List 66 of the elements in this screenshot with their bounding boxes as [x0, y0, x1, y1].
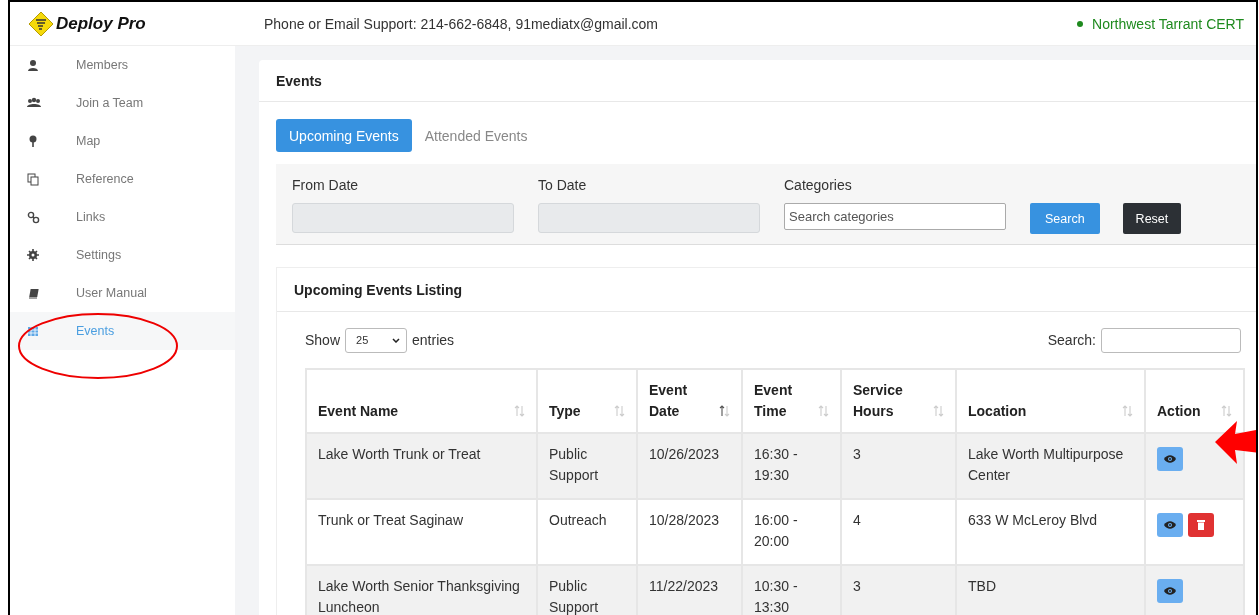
sidebar-label[interactable]: Settings	[76, 248, 122, 262]
table-cell: Lake Worth Trunk or Treat	[306, 433, 537, 499]
app-logo: Deploy Pro	[56, 13, 146, 34]
sidebar-item[interactable]: Join a Team	[10, 84, 235, 122]
eye-icon	[1163, 586, 1177, 596]
show-label: Show	[305, 332, 341, 348]
view-button[interactable]	[1157, 579, 1183, 603]
field-label: From Date	[292, 177, 360, 195]
column-header[interactable]: Action	[1157, 401, 1201, 422]
sidebar-item[interactable]: Map	[10, 122, 235, 160]
link-icon	[27, 210, 41, 224]
table-cell: 3	[841, 433, 956, 499]
sidebar-label[interactable]: Links	[76, 210, 106, 224]
copy-icon	[27, 172, 41, 186]
sidebar-label[interactable]: Join a Team	[76, 96, 144, 110]
view-button[interactable]	[1157, 513, 1183, 537]
search-label: Search:	[1047, 332, 1096, 348]
gear-icon	[27, 248, 41, 262]
sidebar-label[interactable]: Members	[76, 58, 129, 72]
column-header[interactable]: Location	[968, 401, 1027, 422]
column-header[interactable]: Type	[549, 401, 581, 422]
select-value[interactable]: 25	[356, 334, 369, 346]
tornado-logo-icon	[28, 10, 54, 37]
table-search-field[interactable]	[1101, 327, 1241, 353]
sidebar-label[interactable]: Events	[76, 324, 115, 338]
table-cell: Public Support	[537, 433, 637, 499]
table-cell: 10/26/2023	[637, 433, 742, 499]
reset-button[interactable]: Reset	[1122, 203, 1182, 234]
sidebar-item[interactable]: Links	[10, 198, 235, 236]
person-icon	[27, 58, 41, 72]
eye-icon	[1163, 520, 1177, 530]
eye-icon	[1163, 454, 1177, 464]
trash-icon	[1196, 519, 1206, 531]
sidebar-item[interactable]: Settings	[10, 236, 235, 274]
view-button[interactable]	[1157, 447, 1183, 471]
date-field[interactable]	[292, 203, 514, 233]
sidebar-label[interactable]: Map	[76, 134, 101, 148]
delete-button[interactable]	[1188, 513, 1214, 537]
search-button[interactable]: Search	[1030, 203, 1100, 234]
sidebar-item[interactable]: Members	[10, 46, 235, 84]
tab[interactable]: Upcoming Events	[276, 119, 412, 152]
group-icon	[27, 96, 41, 110]
table-cell: Lake Worth Multipurpose Center	[956, 433, 1145, 499]
field-label: Categories	[784, 177, 853, 195]
sidebar-item[interactable]: User Manual	[10, 274, 235, 312]
column-header[interactable]: Event Name	[318, 401, 399, 422]
tab[interactable]: Attended Events	[411, 119, 541, 152]
sidebar-item[interactable]: Reference	[10, 160, 235, 198]
sidebar-item[interactable]: Events	[10, 312, 235, 350]
organization-name: Northwest Tarrant CERT	[1092, 15, 1244, 32]
sidebar-label[interactable]: User Manual	[76, 286, 147, 300]
categories-field[interactable]: Search categories	[784, 203, 1006, 230]
card-title: Events	[259, 60, 1256, 102]
chevron-down-icon	[392, 337, 401, 343]
book-icon	[27, 286, 41, 300]
status-dot	[1077, 20, 1083, 27]
field-label: To Date	[538, 177, 588, 195]
table-cell: Lake Worth Senior Thanksgiving Luncheon	[306, 565, 537, 615]
card-title: Upcoming Events Listing	[277, 268, 1256, 312]
sidebar-label[interactable]: Reference	[76, 172, 134, 186]
entries-label: entries	[412, 332, 455, 348]
table-cell: 16:30 - 19:30	[742, 433, 841, 499]
calendar-icon	[27, 324, 41, 338]
date-field[interactable]	[538, 203, 760, 233]
page-size-select[interactable]: 25	[345, 327, 408, 353]
support-text: Phone or Email Support: 214-662-6848, 91mediatx@gmail.com	[264, 15, 659, 32]
